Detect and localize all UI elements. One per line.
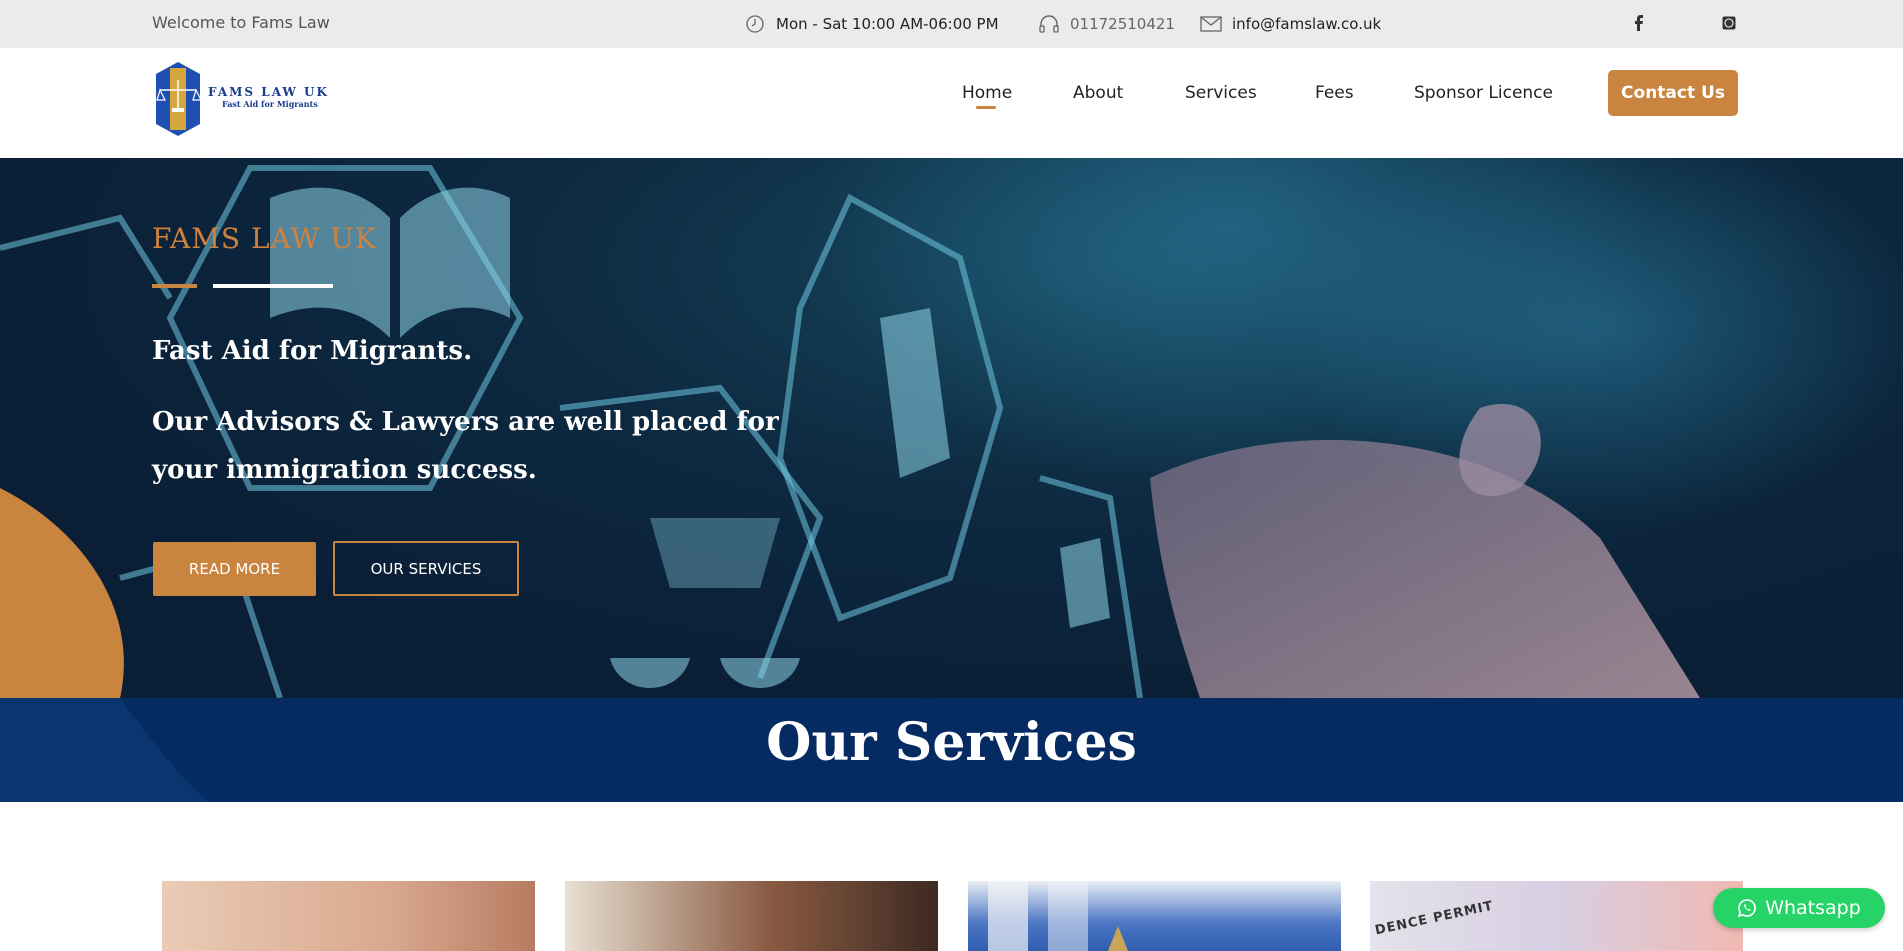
nav-services[interactable]: Services [1185,83,1257,103]
active-nav-indicator [976,106,996,109]
headset-icon [1038,13,1060,35]
service-card-image[interactable] [162,881,535,951]
whatsapp-label: Whatsapp [1765,897,1861,919]
whatsapp-icon[interactable] [1718,12,1740,34]
top-bar: Welcome to Fams Law Mon - Sat 10:00 AM-0… [0,0,1903,48]
clock-icon [744,13,766,35]
hero-banner: FAMS LAW UK Fast Aid for Migrants. Our A… [0,158,1903,698]
whatsapp-chat-button[interactable]: Whatsapp [1713,888,1885,928]
contact-us-button[interactable]: Contact Us [1608,70,1738,116]
whatsapp-icon [1737,899,1757,918]
nav-sponsor-licence[interactable]: Sponsor Licence [1414,83,1553,103]
email-contact[interactable]: info@famslaw.co.uk [1200,13,1381,35]
logo-text: FAMS LAW UK Fast Aid for Migrants [208,85,329,109]
email-text[interactable]: info@famslaw.co.uk [1232,15,1381,33]
residence-permit-text: DENCE PERMIT [1373,898,1495,939]
logo-shield-icon [156,62,202,136]
services-heading-band: Our Services [0,698,1903,802]
services-title: Our Services [766,712,1137,773]
building-icon [988,881,1128,951]
service-card-image[interactable]: DENCE PERMIT [1370,881,1743,951]
nav-about[interactable]: About [1073,83,1123,103]
nav-home[interactable]: Home [962,83,1012,103]
read-more-button[interactable]: READ MORE [153,542,316,596]
hero-divider-white [213,284,333,288]
phone-contact[interactable]: 01172510421 [1038,13,1175,35]
hero-description: Our Advisors & Lawyers are well placed f… [152,407,779,485]
logo-title: FAMS LAW UK [208,85,329,99]
hero-tagline: Fast Aid for Migrants. [152,336,473,366]
hero-brand: FAMS LAW UK [152,222,377,255]
service-card-image[interactable] [565,881,938,951]
nav-fees[interactable]: Fees [1315,83,1354,103]
hero-divider-accent [152,284,197,288]
facebook-icon[interactable] [1628,12,1650,34]
site-logo[interactable]: FAMS LAW UK Fast Aid for Migrants [152,60,329,138]
logo-subtitle: Fast Aid for Migrants [222,99,318,109]
envelope-icon [1200,13,1222,35]
service-card-image[interactable] [968,881,1341,951]
hours-text: Mon - Sat 10:00 AM-06:00 PM [776,15,999,33]
welcome-text: Welcome to Fams Law [152,13,330,32]
our-services-button[interactable]: OUR SERVICES [333,541,519,596]
business-hours: Mon - Sat 10:00 AM-06:00 PM [744,13,999,35]
phone-text[interactable]: 01172510421 [1070,15,1175,33]
